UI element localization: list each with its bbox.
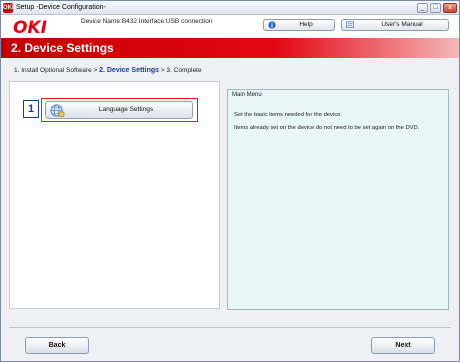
info-panel: Main Menu Set the basic items needed for… [227, 89, 449, 310]
breadcrumb-step-2-current: 2. Device Settings [99, 67, 160, 74]
help-label: Help [299, 21, 313, 28]
minimize-button[interactable]: _ [417, 3, 428, 13]
app-icon: OKI [3, 3, 14, 13]
header: OKI Device Name:B432 Interface:USB conne… [1, 15, 459, 38]
info-icon [268, 21, 276, 29]
maximize-button[interactable]: □ [430, 3, 441, 13]
manual-icon [346, 21, 354, 28]
page-banner: 2. Device Settings [1, 38, 459, 58]
close-button[interactable]: x [443, 3, 457, 13]
info-panel-text-1: Set the basic items needed for the devic… [234, 112, 342, 118]
users-manual-button[interactable]: User's Manual [341, 19, 449, 31]
help-button[interactable]: Help [263, 19, 335, 31]
language-settings-button[interactable]: Language Settings [45, 101, 193, 119]
back-button[interactable]: Back [25, 337, 89, 354]
next-button[interactable]: Next [371, 337, 435, 354]
footer-divider [9, 327, 451, 328]
page-title: 2. Device Settings [11, 41, 114, 55]
breadcrumb-step-3: > 3. Complete [160, 67, 202, 74]
breadcrumb: 1. Install Optional Software > 2. Device… [14, 67, 201, 74]
task-number: 1 [23, 100, 39, 118]
manual-label: User's Manual [381, 21, 423, 28]
globe-icon [50, 104, 65, 117]
info-panel-text-2: Items already set on the device do not n… [234, 125, 420, 131]
oki-logo: OKI [13, 18, 47, 38]
info-panel-title: Main Menu [232, 92, 262, 98]
setup-window: OKI Setup -Device Configuration- _ □ x O… [0, 0, 460, 362]
language-settings-label: Language Settings [98, 106, 154, 113]
device-info: Device Name:B432 Interface:USB connectio… [81, 18, 213, 25]
breadcrumb-step-1: 1. Install Optional Software > [14, 67, 98, 74]
title-bar: OKI Setup -Device Configuration- _ □ x [1, 1, 459, 15]
window-title: Setup -Device Configuration- [16, 4, 106, 11]
